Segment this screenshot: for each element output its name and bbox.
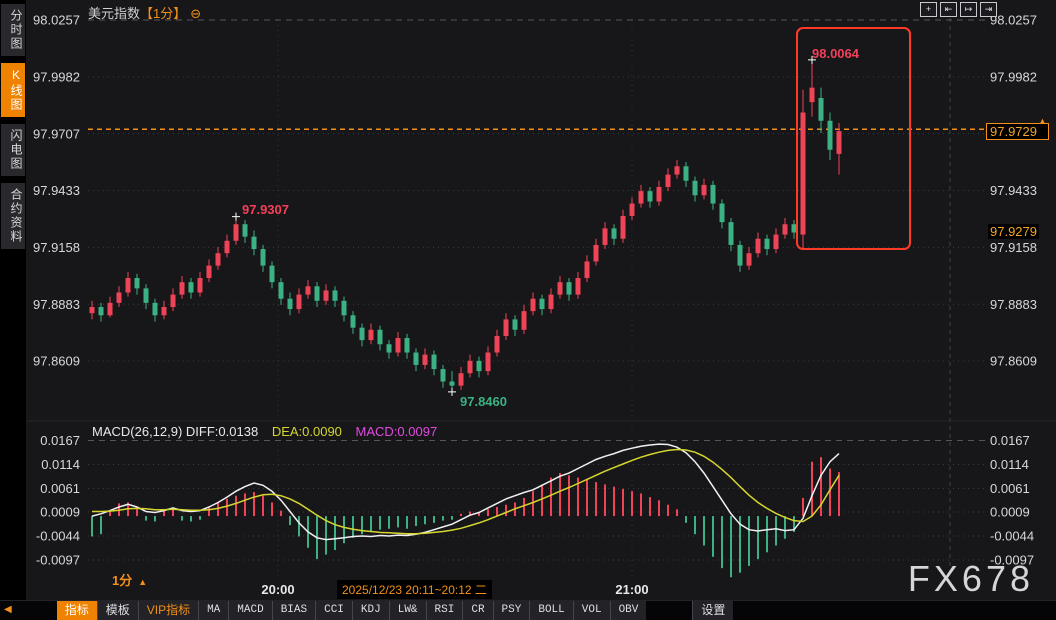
svg-text:0.0167: 0.0167 <box>990 433 1030 448</box>
pan-icon[interactable]: + <box>920 2 937 17</box>
svg-text:97.8609: 97.8609 <box>990 354 1037 369</box>
sidebar-tab-time-chart[interactable]: 分时图 <box>1 4 25 56</box>
toolbar-item-templates[interactable]: 模板 <box>97 601 138 620</box>
toolbar-item-kdj[interactable]: KDJ <box>352 601 389 620</box>
toolbar-strip: 指标 模板 VIP指标 MA MACD BIAS CCI KDJ LW& RSI… <box>57 601 647 620</box>
toolbar-item-indicators[interactable]: 指标 <box>57 601 97 620</box>
svg-text:97.9433: 97.9433 <box>990 183 1037 198</box>
svg-text:-0.0044: -0.0044 <box>36 529 80 544</box>
svg-text:0.0061: 0.0061 <box>40 481 80 496</box>
svg-text:97.9707: 97.9707 <box>33 126 80 141</box>
swing-high-label: 97.9307 <box>242 202 289 217</box>
chart-svg: 98.0257 98.0257 97.9982 97.9982 97.9707 97.97… <box>0 0 1056 600</box>
period-dropdown-icon: ▲ <box>138 577 147 587</box>
svg-text:0.0167: 0.0167 <box>40 433 80 448</box>
period-value: 1分 <box>112 573 132 588</box>
symbol-name: 美元指数 <box>88 6 140 21</box>
macd-params-diff: MACD(26,12,9) DIFF:0.0138 <box>92 424 258 439</box>
toolbar-item-vol[interactable]: VOL <box>573 601 610 620</box>
sidebar-tab-contract-info[interactable]: 合约资料 <box>1 183 25 249</box>
trading-app-window: 98.0257 98.0257 97.9982 97.9982 97.9707 97.97… <box>0 0 1056 620</box>
svg-text:98.0257: 98.0257 <box>33 13 80 28</box>
macd-dea-value: DEA:0.0090 <box>272 424 342 439</box>
svg-text:97.9158: 97.9158 <box>33 240 80 255</box>
toolbar-item-cci[interactable]: CCI <box>315 601 352 620</box>
svg-text:0.0009: 0.0009 <box>990 505 1030 520</box>
macd-macd-value: MACD:0.0097 <box>356 424 438 439</box>
chart-title: 美元指数【1分】 ⊖ <box>88 3 201 22</box>
toolbar-item-lw[interactable]: LW& <box>389 601 426 620</box>
time-tick-2100: 21:00 <box>615 582 648 597</box>
scroll-start-icon[interactable]: ⇤ <box>940 2 957 17</box>
scroll-end-icon[interactable]: ⇥ <box>980 2 997 17</box>
svg-text:97.9982: 97.9982 <box>990 69 1037 84</box>
toolbar-item-bias[interactable]: BIAS <box>272 601 315 620</box>
selected-candle-time: 2025/12/23 20:11~20:12 二 <box>337 580 492 599</box>
svg-text:0.0061: 0.0061 <box>990 481 1030 496</box>
sidebar: 分时图 K线图 闪电图 合约资料 <box>0 0 26 620</box>
watermark: FX678 <box>908 558 1034 600</box>
chart-canvas[interactable]: 98.0257 98.0257 97.9982 97.9982 97.9707 97.97… <box>0 0 1056 600</box>
svg-text:-0.0097: -0.0097 <box>36 553 80 568</box>
collapse-icon[interactable]: ⊖ <box>190 6 201 21</box>
secondary-price-badge: 97.9279 <box>988 224 1039 239</box>
period-selector[interactable]: 1分 ▲ <box>112 570 147 589</box>
svg-text:97.8609: 97.8609 <box>33 354 80 369</box>
macd-header: MACD(26,12,9) DIFF:0.0138 DEA:0.0090 MAC… <box>92 424 437 439</box>
sidebar-tab-flash-chart[interactable]: 闪电图 <box>1 124 25 176</box>
toolbar-item-psy[interactable]: PSY <box>493 601 530 620</box>
svg-text:97.9982: 97.9982 <box>33 69 80 84</box>
toolbar-collapse-icon[interactable]: ◀ <box>4 601 12 620</box>
scroll-right-icon[interactable]: ↦ <box>960 2 977 17</box>
svg-text:97.9158: 97.9158 <box>990 240 1037 255</box>
time-tick-2000: 20:00 <box>261 582 294 597</box>
svg-text:97.8883: 97.8883 <box>990 297 1037 312</box>
bottom-toolbar: ◀ 指标 模板 VIP指标 MA MACD BIAS CCI KDJ LW& R… <box>0 600 1056 620</box>
toolbar-item-macd[interactable]: MACD <box>228 601 271 620</box>
toolbar-item-obv[interactable]: OBV <box>610 601 647 620</box>
current-price-badge: 97.9729 <box>986 123 1049 140</box>
svg-text:97.9433: 97.9433 <box>33 183 80 198</box>
sidebar-tab-kline-chart[interactable]: K线图 <box>1 63 25 117</box>
period-label: 【1分】 <box>140 6 186 21</box>
svg-text:98.0257: 98.0257 <box>990 13 1037 28</box>
svg-text:-0.0044: -0.0044 <box>990 529 1034 544</box>
spike-high-label: 98.0064 <box>812 46 859 61</box>
svg-text:97.8883: 97.8883 <box>33 297 80 312</box>
toolbar-item-settings[interactable]: 设置 <box>692 601 733 620</box>
toolbar-item-boll[interactable]: BOLL <box>529 601 572 620</box>
svg-text:0.0114: 0.0114 <box>41 457 80 472</box>
toolbar-item-cr[interactable]: CR <box>462 601 492 620</box>
toolbar-item-vip-indicators[interactable]: VIP指标 <box>138 601 198 620</box>
chart-nav-icons: + ⇤ ↦ ⇥ <box>920 2 997 17</box>
swing-low-label: 97.8460 <box>460 394 507 409</box>
toolbar-item-ma[interactable]: MA <box>198 601 228 620</box>
svg-text:0.0009: 0.0009 <box>40 505 80 520</box>
svg-text:0.0114: 0.0114 <box>990 457 1029 472</box>
toolbar-item-rsi[interactable]: RSI <box>426 601 463 620</box>
